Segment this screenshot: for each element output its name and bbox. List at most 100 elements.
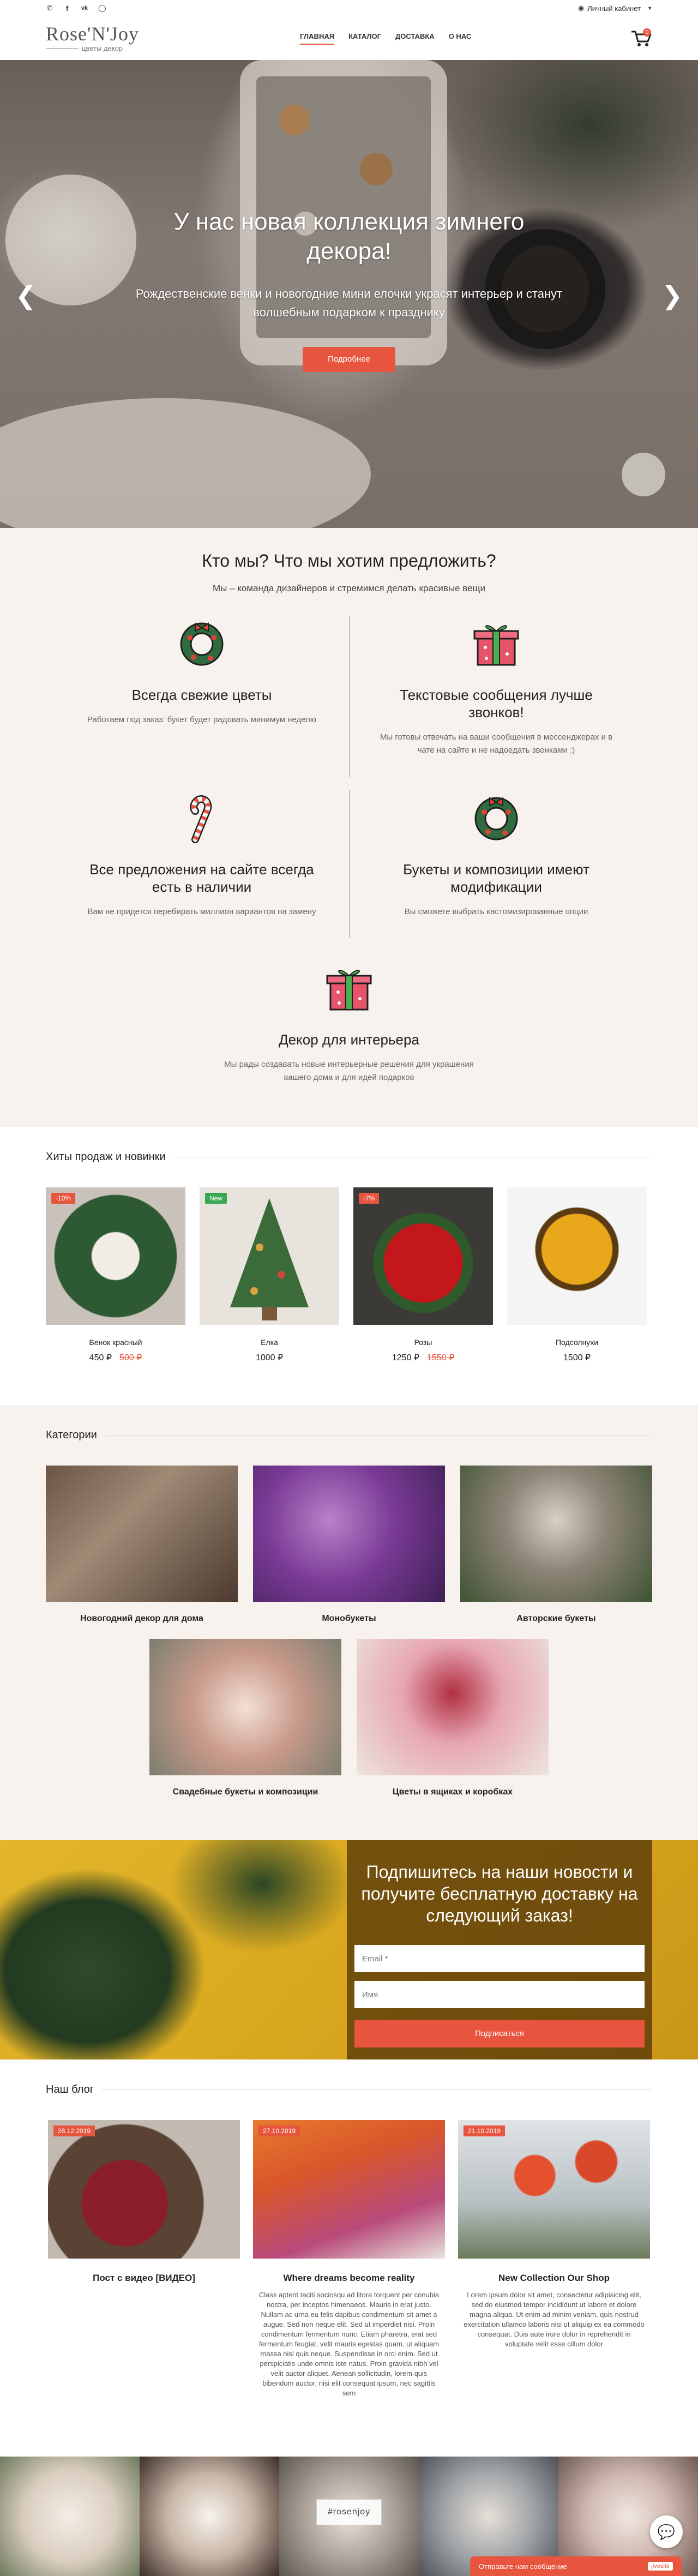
product-price-row: 1500 ₽ xyxy=(507,1352,647,1363)
wreath-icon xyxy=(474,797,518,840)
product-old-price: 500 ₽ xyxy=(119,1353,142,1362)
blog-post[interactable]: 27.10.2019 Where dreams become reality C… xyxy=(253,2120,445,2398)
main-nav: ГЛАВНАЯ КАТАЛОГ ДОСТАВКА О НАС xyxy=(300,32,471,45)
product-card[interactable]: -7% Розы 1250 ₽ 1550 ₽ xyxy=(353,1187,493,1363)
category-label[interactable]: Новогодний декор для дома xyxy=(46,1614,238,1624)
top-bar: ✆ f vk ◯ ◉ Личный кабинет ▼ xyxy=(0,0,698,16)
feature-text: Вам не придется перебирать миллион вариа… xyxy=(87,907,316,916)
nav-item-home[interactable]: ГЛАВНАЯ xyxy=(300,32,335,45)
about-lead: Мы – команда дизайнеров и стремимся дела… xyxy=(212,583,486,593)
logo[interactable]: Rose'N'Joy цветы декор xyxy=(46,22,155,52)
chat-label: Отправьте нам сообщение xyxy=(479,2562,567,2571)
post-excerpt: Class aptent taciti sociosqu ad litora t… xyxy=(258,2291,440,2397)
product-price-row: 1250 ₽ 1550 ₽ xyxy=(353,1352,493,1363)
category-card[interactable]: Цветы в ящиках и коробках xyxy=(357,1639,549,1797)
category-label[interactable]: Цветы в ящиках и коробках xyxy=(357,1787,549,1797)
feature-title: Букеты и композиции имеют модификации xyxy=(403,861,589,895)
subscribe-form: Подпишитесь на наши новости и получите б… xyxy=(347,1840,652,2059)
product-name[interactable]: Розы xyxy=(353,1338,493,1347)
category-image[interactable] xyxy=(357,1639,549,1775)
category-grid: Новогодний декор для дома Монобукеты Авт… xyxy=(46,1466,652,1820)
hero-title: У нас новая коллекция зимнего декора! xyxy=(173,208,525,265)
blog-post[interactable]: 28.12.2019 Пост с видео [ВИДЕО] xyxy=(48,2120,240,2398)
product-price-row: 1000 ₽ xyxy=(200,1352,339,1363)
feature-item: Всегда свежие цветы Работаем под заказ: … xyxy=(76,616,327,726)
nav-item-catalog[interactable]: КАТАЛОГ xyxy=(348,32,381,45)
instagram-hashtag[interactable]: #rosenjoy xyxy=(316,2499,382,2525)
feature-title: Текстовые сообщения лучше звонков! xyxy=(400,687,593,720)
product-name[interactable]: Подсолнухи xyxy=(507,1338,647,1347)
subscribe-button[interactable]: Подписаться xyxy=(354,2020,645,2047)
name-field[interactable] xyxy=(354,1981,645,2008)
feature-item: Текстовые сообщения лучше звонков! Мы го… xyxy=(371,616,622,757)
feature-item: Все предложения на сайте всегда есть в н… xyxy=(76,790,327,918)
chat-brand: jivosite xyxy=(648,2562,673,2571)
blog-post[interactable]: 21.10.2019 New Collection Our Shop Lorem… xyxy=(458,2120,650,2398)
post-title[interactable]: Where dreams become reality xyxy=(253,2273,445,2284)
phone-icon[interactable]: ✆ xyxy=(46,4,53,13)
cart-count-badge: 0 xyxy=(643,28,651,37)
product-image[interactable]: New xyxy=(200,1187,339,1325)
account-menu[interactable]: ◉ Личный кабинет ▼ xyxy=(578,4,652,13)
hero-content: У нас новая коллекция зимнего декора! Ро… xyxy=(0,207,698,372)
gift-icon xyxy=(326,970,372,1011)
post-title[interactable]: Пост с видео [ВИДЕО] xyxy=(48,2273,240,2284)
product-card[interactable]: -10% Венок красный 450 ₽ 500 ₽ xyxy=(46,1187,185,1363)
category-image[interactable] xyxy=(460,1466,652,1602)
product-name[interactable]: Елка xyxy=(200,1338,339,1347)
category-card[interactable]: Монобукеты xyxy=(253,1466,445,1624)
category-image[interactable] xyxy=(253,1466,445,1602)
chat-widget-bar[interactable]: Отправьте нам сообщение jivosite xyxy=(470,2556,682,2576)
chat-icon[interactable]: 💬 xyxy=(650,2515,683,2548)
category-image[interactable] xyxy=(46,1466,238,1602)
hero-more-button[interactable]: Подробнее xyxy=(303,347,395,372)
category-card[interactable]: Новогодний декор для дома xyxy=(46,1466,238,1624)
product-card[interactable]: New Елка 1000 ₽ xyxy=(200,1187,339,1363)
product-image[interactable]: -7% xyxy=(353,1187,493,1325)
vk-icon[interactable]: vk xyxy=(81,5,88,11)
category-card[interactable]: Авторские букеты xyxy=(460,1466,652,1624)
blog-section: Наш блог 28.12.2019 Пост с видео [ВИДЕО]… xyxy=(0,2059,698,2457)
user-icon: ◉ xyxy=(577,4,585,12)
facebook-icon[interactable]: f xyxy=(63,4,71,13)
product-image[interactable] xyxy=(507,1187,647,1325)
about-section: Кто мы? Что мы хотим предложить? Мы – ко… xyxy=(0,528,698,1127)
product-name[interactable]: Венок красный xyxy=(46,1338,185,1347)
instagram-photo[interactable] xyxy=(140,2457,279,2576)
cart-button[interactable]: 0 xyxy=(630,28,652,48)
post-title[interactable]: New Collection Our Shop xyxy=(458,2273,650,2284)
categories-section: Категории Новогодний декор для дома Моно… xyxy=(0,1405,698,1840)
product-old-price: 1550 ₽ xyxy=(427,1353,455,1362)
subscribe-section: Подпишитесь на наши новости и получите б… xyxy=(0,1840,698,2059)
category-image[interactable] xyxy=(149,1639,341,1775)
category-label[interactable]: Авторские букеты xyxy=(460,1614,652,1624)
post-image[interactable]: 28.12.2019 xyxy=(48,2120,240,2259)
hero-text: Рождественские венки и новогодние мини е… xyxy=(135,287,563,319)
post-image[interactable]: 21.10.2019 xyxy=(458,2120,650,2259)
nav-item-delivery[interactable]: ДОСТАВКА xyxy=(395,32,435,45)
category-label[interactable]: Монобукеты xyxy=(253,1614,445,1624)
divider xyxy=(349,790,350,938)
category-card[interactable]: Свадебные букеты и композиции xyxy=(149,1639,341,1797)
nav-item-about[interactable]: О НАС xyxy=(449,32,472,45)
instagram-icon[interactable]: ◯ xyxy=(98,4,106,13)
new-badge: New xyxy=(205,1193,227,1204)
hits-section: Хиты продаж и новинки -10% Венок красный… xyxy=(0,1127,698,1405)
email-field[interactable] xyxy=(354,1945,645,1972)
post-date: 21.10.2019 xyxy=(464,2125,506,2136)
instagram-strip: #rosenjoy 💬 Отправьте нам сообщение jivo… xyxy=(0,2457,698,2576)
logo-brand: Rose'N'Joy xyxy=(46,22,139,45)
category-label[interactable]: Свадебные букеты и композиции xyxy=(149,1787,341,1797)
product-card[interactable]: Подсолнухи 1500 ₽ xyxy=(507,1187,647,1363)
slider-next-arrow[interactable]: ❯ xyxy=(661,281,683,310)
discount-badge: -10% xyxy=(51,1193,76,1204)
slider-prev-arrow[interactable]: ❮ xyxy=(15,281,37,310)
product-price: 1000 ₽ xyxy=(255,1353,284,1362)
feature-text: Работаем под заказ: букет будет радовать… xyxy=(87,715,317,724)
post-excerpt: Lorem ipsum dolor sit amet, consectetur … xyxy=(464,2291,645,2348)
instagram-photo[interactable] xyxy=(0,2457,140,2576)
product-image[interactable]: -10% xyxy=(46,1187,185,1325)
gift-icon xyxy=(473,625,519,666)
product-price: 1250 ₽ xyxy=(392,1353,419,1362)
post-image[interactable]: 27.10.2019 xyxy=(253,2120,445,2259)
